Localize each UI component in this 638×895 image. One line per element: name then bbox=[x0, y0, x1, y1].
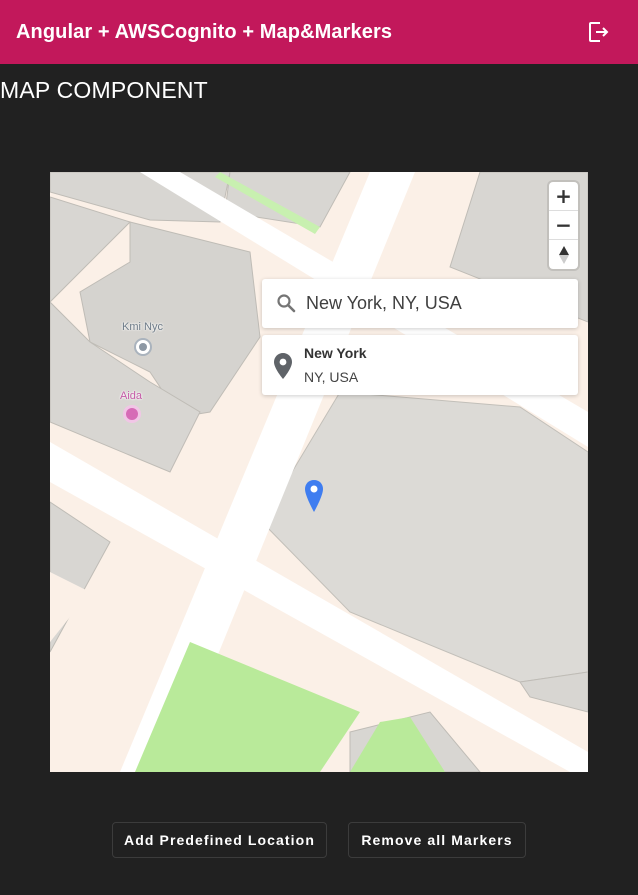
remove-all-markers-button[interactable]: Remove all Markers bbox=[348, 822, 526, 858]
location-pin-icon bbox=[274, 353, 292, 379]
app-title: Angular + AWSCognito + Map&Markers bbox=[16, 20, 393, 43]
map-navigation-control: + − bbox=[549, 182, 578, 269]
poi-label-aida: Aida bbox=[120, 390, 143, 402]
page-title: MAP COMPONENT bbox=[0, 77, 208, 103]
logout-icon[interactable] bbox=[586, 20, 610, 44]
circle-poi-icon[interactable] bbox=[133, 337, 153, 357]
map-marker-icon[interactable] bbox=[303, 479, 325, 513]
suggestion-address: NY, USA bbox=[304, 369, 359, 385]
geocoder-suggestion[interactable]: New York NY, USA bbox=[262, 335, 578, 395]
action-buttons: Add Predefined Location Remove all Marke… bbox=[0, 822, 638, 858]
pink-poi-icon[interactable] bbox=[122, 404, 142, 424]
zoom-out-button[interactable]: − bbox=[549, 211, 578, 240]
app-toolbar: Angular + AWSCognito + Map&Markers bbox=[0, 0, 638, 64]
geocoder-search-box bbox=[262, 279, 578, 328]
suggestion-name: New York bbox=[304, 345, 367, 361]
map-base-layer bbox=[50, 172, 588, 772]
search-icon bbox=[277, 294, 296, 313]
geocoder-search-input[interactable] bbox=[306, 279, 572, 328]
compass-icon bbox=[558, 245, 569, 264]
poi-label-kmi-nyc: Kmi Nyc bbox=[122, 321, 163, 333]
compass-button[interactable] bbox=[549, 240, 578, 269]
map-canvas[interactable]: Kmi Nyc Aida + − New York, NY, USA New Y… bbox=[50, 172, 588, 772]
add-predefined-location-button[interactable]: Add Predefined Location bbox=[112, 822, 327, 858]
zoom-in-button[interactable]: + bbox=[549, 182, 578, 211]
